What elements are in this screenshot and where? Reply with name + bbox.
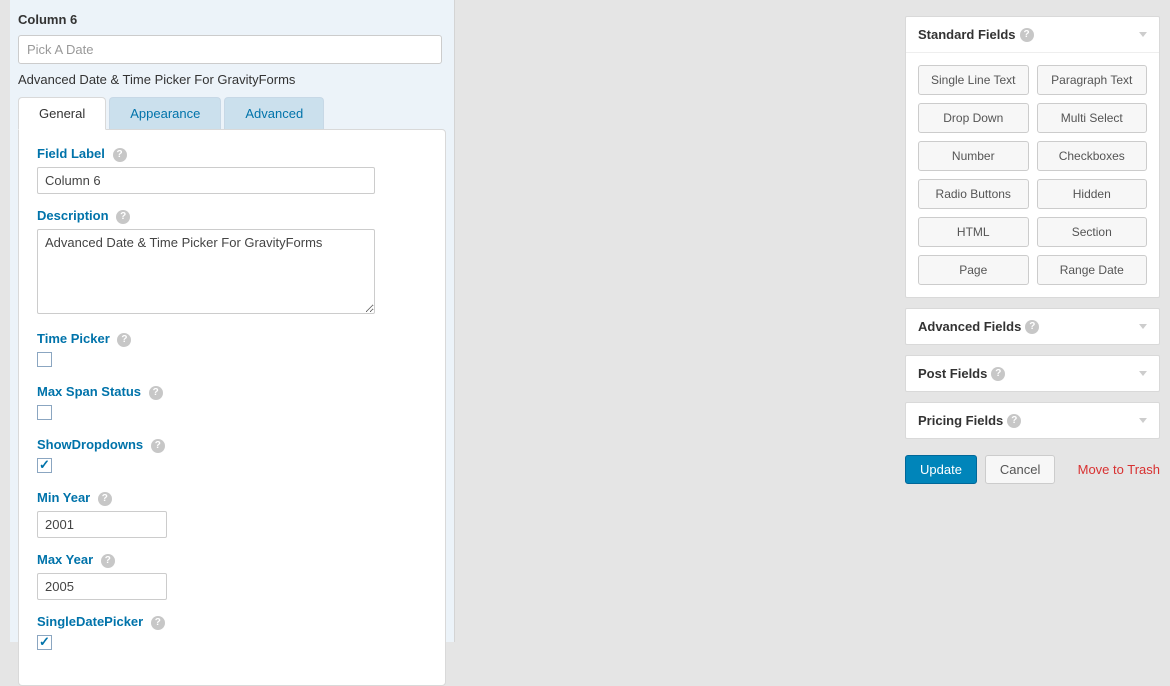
standard-fields-title: Standard Fields xyxy=(918,27,1016,42)
advanced-fields-header[interactable]: Advanced Fields ? xyxy=(906,309,1159,344)
help-icon[interactable]: ? xyxy=(116,210,130,224)
date-input[interactable] xyxy=(18,35,442,64)
show-dropdowns-label: ShowDropdowns xyxy=(37,437,143,452)
help-icon[interactable]: ? xyxy=(991,367,1005,381)
help-icon[interactable]: ? xyxy=(149,386,163,400)
advanced-fields-section: Advanced Fields ? xyxy=(905,308,1160,345)
advanced-fields-title: Advanced Fields xyxy=(918,319,1021,334)
chevron-down-icon xyxy=(1139,32,1147,37)
max-year-label: Max Year xyxy=(37,552,93,567)
field-type-button[interactable]: Page xyxy=(918,255,1029,285)
help-icon[interactable]: ? xyxy=(1025,320,1039,334)
min-year-label: Min Year xyxy=(37,490,90,505)
standard-fields-header[interactable]: Standard Fields ? xyxy=(906,17,1159,52)
field-preview-panel: Column 6 Advanced Date & Time Picker For… xyxy=(10,0,455,642)
chevron-down-icon xyxy=(1139,371,1147,376)
cancel-button[interactable]: Cancel xyxy=(985,455,1055,484)
field-type-button[interactable]: Radio Buttons xyxy=(918,179,1029,209)
field-type-button[interactable]: Checkboxes xyxy=(1037,141,1148,171)
field-label-input[interactable] xyxy=(37,167,375,194)
field-type-button[interactable]: Range Date xyxy=(1037,255,1148,285)
pricing-fields-section: Pricing Fields ? xyxy=(905,402,1160,439)
single-date-label: SingleDatePicker xyxy=(37,614,143,629)
help-icon[interactable]: ? xyxy=(101,554,115,568)
settings-panel: Field Label ? Description ? Time Picker … xyxy=(18,129,446,686)
help-icon[interactable]: ? xyxy=(117,333,131,347)
field-type-button[interactable]: Single Line Text xyxy=(918,65,1029,95)
chevron-down-icon xyxy=(1139,418,1147,423)
field-subtitle: Advanced Date & Time Picker For GravityF… xyxy=(18,72,444,87)
time-picker-label: Time Picker xyxy=(37,331,110,346)
chevron-down-icon xyxy=(1139,324,1147,329)
time-picker-checkbox[interactable] xyxy=(37,352,52,367)
field-type-button[interactable]: HTML xyxy=(918,217,1029,247)
help-icon[interactable]: ? xyxy=(151,616,165,630)
tab-general[interactable]: General xyxy=(18,97,106,130)
field-label-label: Field Label xyxy=(37,146,105,161)
pricing-fields-header[interactable]: Pricing Fields ? xyxy=(906,403,1159,438)
tab-appearance[interactable]: Appearance xyxy=(109,97,221,129)
field-type-button[interactable]: Number xyxy=(918,141,1029,171)
field-type-button[interactable]: Paragraph Text xyxy=(1037,65,1148,95)
help-icon[interactable]: ? xyxy=(151,439,165,453)
actions-bar: Update Cancel Move to Trash xyxy=(905,455,1160,484)
description-input[interactable] xyxy=(37,229,375,314)
move-to-trash-link[interactable]: Move to Trash xyxy=(1078,462,1160,477)
standard-fields-grid: Single Line Text Paragraph Text Drop Down M… xyxy=(918,65,1147,285)
help-icon[interactable]: ? xyxy=(1007,414,1021,428)
post-fields-section: Post Fields ? xyxy=(905,355,1160,392)
max-span-checkbox[interactable] xyxy=(37,405,52,420)
tabs: General Appearance Advanced xyxy=(18,97,446,129)
description-label: Description xyxy=(37,208,109,223)
post-fields-header[interactable]: Post Fields ? xyxy=(906,356,1159,391)
field-type-button[interactable]: Drop Down xyxy=(918,103,1029,133)
help-icon[interactable]: ? xyxy=(1020,28,1034,42)
show-dropdowns-checkbox[interactable] xyxy=(37,458,52,473)
max-year-input[interactable] xyxy=(37,573,167,600)
min-year-input[interactable] xyxy=(37,511,167,538)
field-type-button[interactable]: Hidden xyxy=(1037,179,1148,209)
post-fields-title: Post Fields xyxy=(918,366,987,381)
field-type-button[interactable]: Section xyxy=(1037,217,1148,247)
field-type-button[interactable]: Multi Select xyxy=(1037,103,1148,133)
max-span-label: Max Span Status xyxy=(37,384,141,399)
help-icon[interactable]: ? xyxy=(98,492,112,506)
update-button[interactable]: Update xyxy=(905,455,977,484)
pricing-fields-title: Pricing Fields xyxy=(918,413,1003,428)
standard-fields-section: Standard Fields ? Single Line Text Paragr… xyxy=(905,16,1160,298)
help-icon[interactable]: ? xyxy=(113,148,127,162)
single-date-checkbox[interactable] xyxy=(37,635,52,650)
tab-advanced[interactable]: Advanced xyxy=(224,97,324,129)
field-title: Column 6 xyxy=(18,12,444,27)
